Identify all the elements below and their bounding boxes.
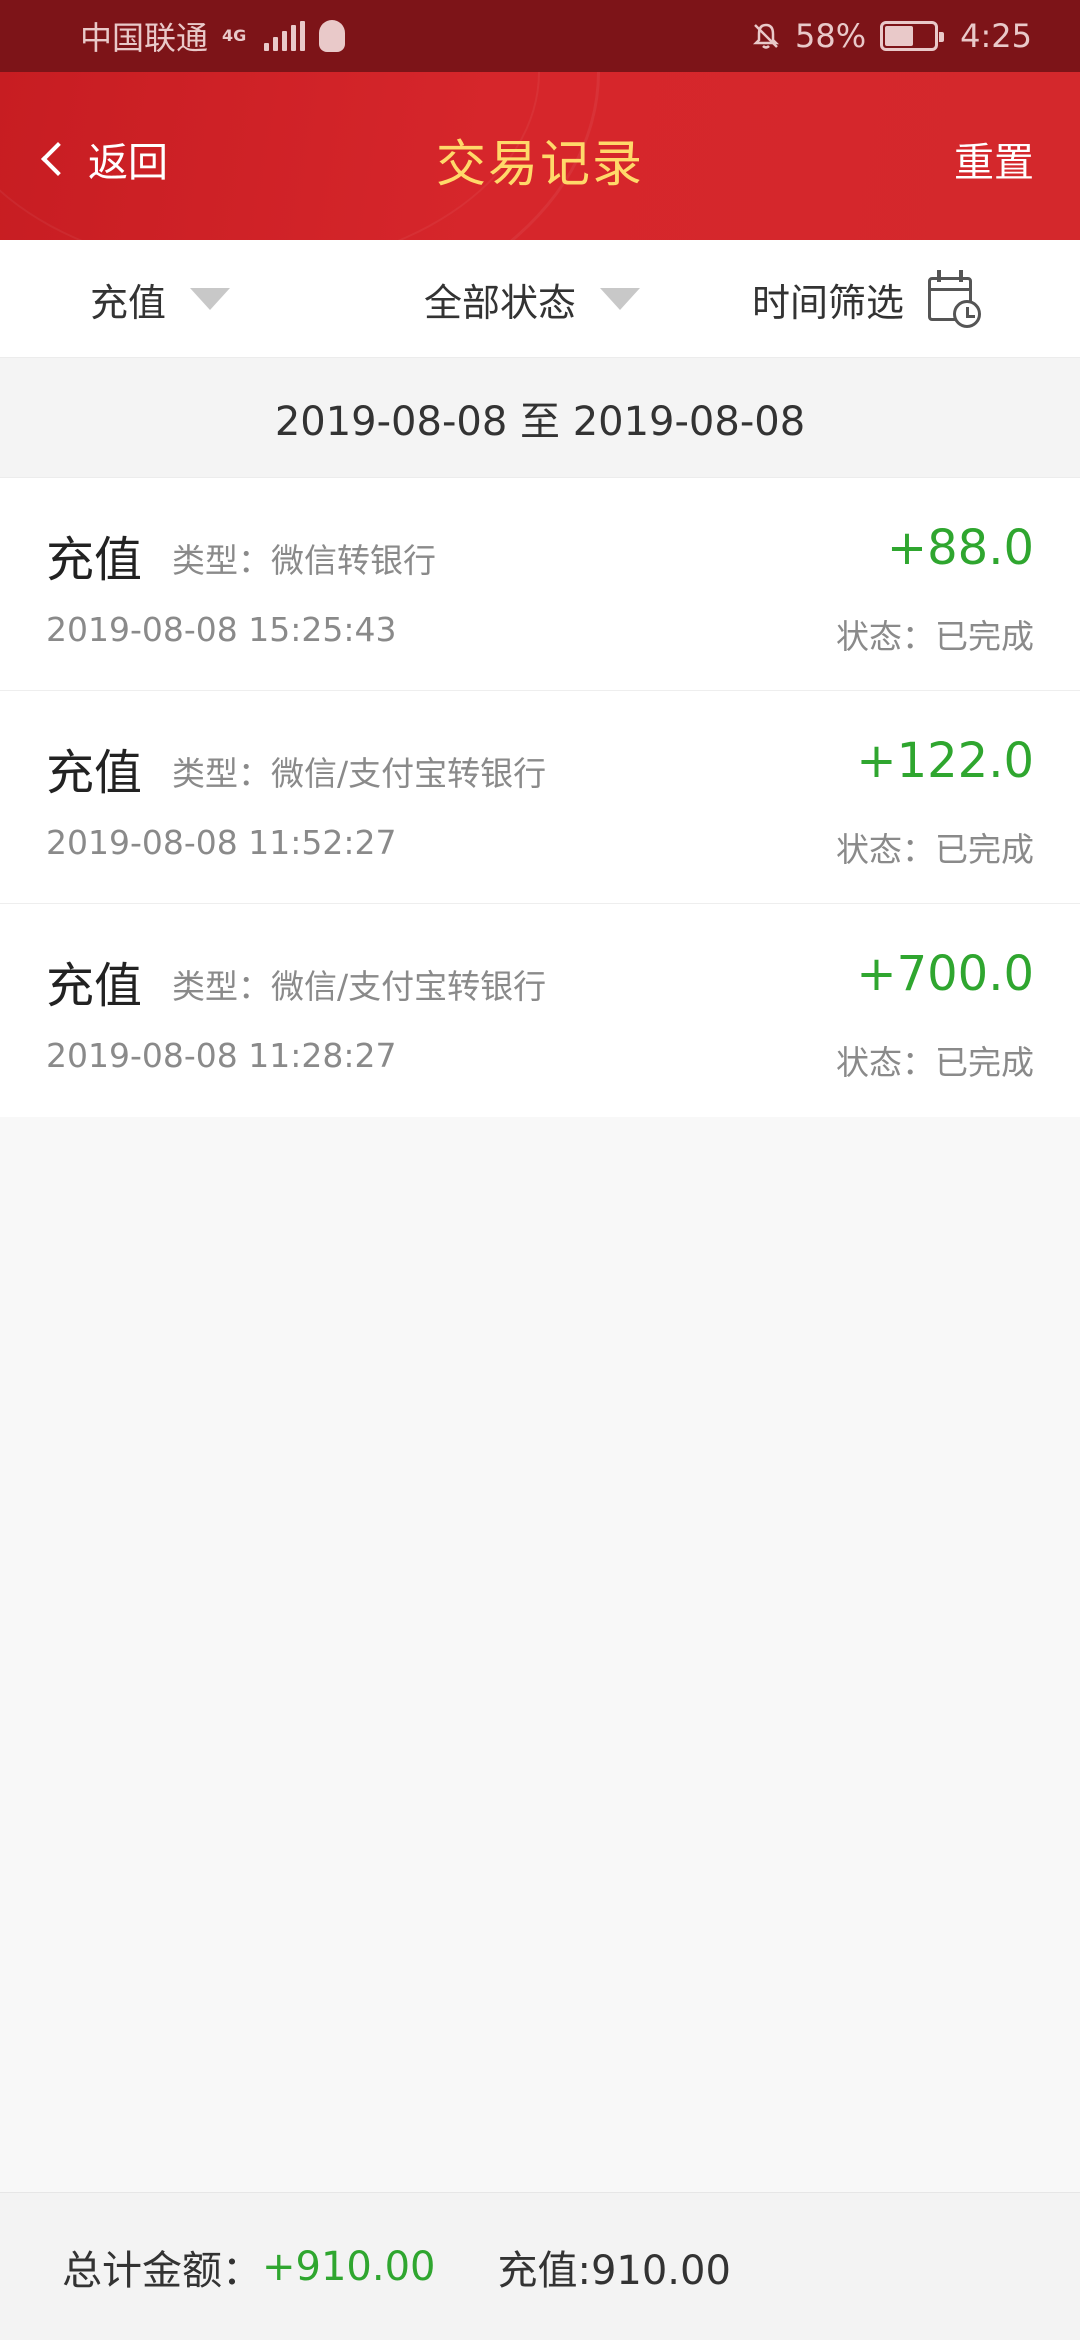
transaction-time: 2019-08-08 11:28:27	[46, 1036, 397, 1075]
transaction-list: 充值 类型：微信转银行 +88.0 2019-08-08 15:25:43 状态…	[0, 478, 1080, 1117]
carrier-name: 中国联通	[80, 19, 209, 57]
network-type: 4G	[222, 26, 247, 45]
date-range-label: 2019-08-08 至 2019-08-08	[0, 358, 1080, 478]
status-left: 中国联通 4G	[80, 13, 346, 59]
status-filter-dropdown[interactable]: 全部状态	[424, 240, 641, 358]
filter-bar: 充值 全部状态 时间筛选	[0, 240, 1080, 358]
reset-button[interactable]: 重置	[954, 130, 1034, 188]
app-header: 返回 交易记录 重置	[0, 72, 1080, 240]
page-title: 交易记录	[436, 135, 644, 193]
transaction-status: 状态：已完成	[836, 1043, 1034, 1082]
transaction-type: 类型：微信/支付宝转银行	[172, 754, 547, 793]
type-filter-dropdown[interactable]: 充值	[90, 240, 231, 358]
screen: 中国联通 4G 58% 4:25 返回 交易记录 重置 充值 全部状态 时间筛选…	[0, 0, 1080, 2340]
transaction-type: 类型：微信/支付宝转银行	[172, 967, 547, 1006]
calendar-clock-icon	[928, 270, 982, 328]
triangle-down-icon	[190, 288, 231, 310]
time-filter-label: 时间筛选	[752, 280, 905, 325]
clock: 4:25	[960, 17, 1032, 55]
time-filter-button[interactable]: 时间筛选	[752, 240, 982, 358]
signal-icon	[264, 21, 306, 51]
status-filter-label: 全部状态	[424, 280, 577, 325]
summary-footer: 总计金额： +910.00 充值:910.00	[0, 2192, 1080, 2340]
recharge-summary: 充值:910.00	[497, 2247, 731, 2294]
transaction-row[interactable]: 充值 类型：微信/支付宝转银行 +700.0 2019-08-08 11:28:…	[0, 904, 1080, 1117]
transaction-row[interactable]: 充值 类型：微信转银行 +88.0 2019-08-08 15:25:43 状态…	[0, 478, 1080, 691]
transaction-title: 充值	[46, 745, 143, 801]
transaction-type: 类型：微信转银行	[172, 541, 436, 580]
battery-percent: 58%	[795, 17, 867, 55]
transaction-amount: +700.0	[856, 946, 1034, 1002]
triangle-down-icon	[600, 288, 641, 310]
transaction-title: 充值	[46, 958, 143, 1014]
transaction-status: 状态：已完成	[836, 830, 1034, 869]
transaction-time: 2019-08-08 15:25:43	[46, 610, 397, 649]
transaction-row[interactable]: 充值 类型：微信/支付宝转银行 +122.0 2019-08-08 11:52:…	[0, 691, 1080, 904]
transaction-time: 2019-08-08 11:52:27	[46, 823, 397, 862]
total-amount-value: +910.00	[262, 2243, 436, 2290]
total-amount-label: 总计金额：	[62, 2247, 262, 2294]
bell-off-icon	[752, 23, 780, 49]
status-bar: 中国联通 4G 58% 4:25	[0, 0, 1080, 72]
type-filter-label: 充值	[90, 280, 167, 325]
transaction-title: 充值	[46, 532, 143, 588]
transaction-amount: +122.0	[856, 733, 1034, 789]
status-right: 58% 4:25	[751, 17, 1032, 55]
transaction-status: 状态：已完成	[836, 617, 1034, 656]
qq-icon	[319, 20, 346, 52]
transaction-amount: +88.0	[886, 520, 1034, 576]
battery-icon	[880, 21, 945, 51]
